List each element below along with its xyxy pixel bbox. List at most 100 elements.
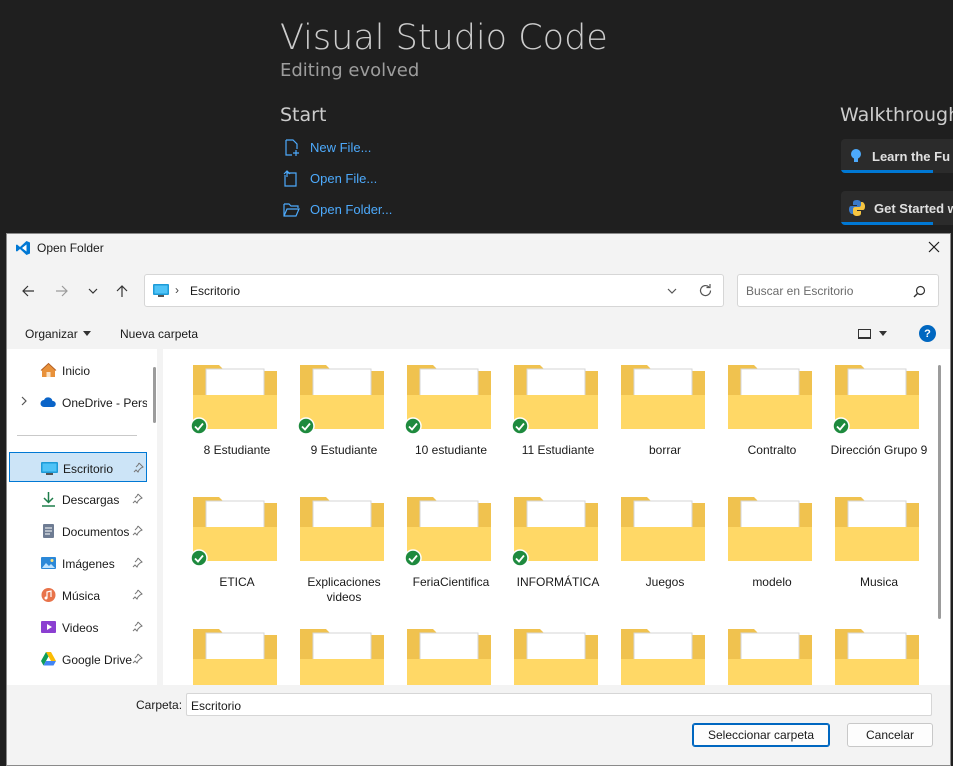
new-file-label: New File... (310, 140, 372, 155)
walkthrough-card-getstarted[interactable]: Get Started w (841, 191, 953, 225)
folder-item[interactable] (612, 619, 710, 685)
sidebar-item-escritorio[interactable]: Escritorio (9, 452, 147, 482)
walkthrough-progress (841, 222, 933, 225)
pictures-icon (41, 557, 56, 569)
open-folder-link[interactable]: Open Folder... (282, 200, 392, 219)
sidebar-item-musica[interactable]: Música (9, 580, 147, 610)
folder-icon (193, 629, 277, 685)
cancel-button[interactable]: Cancelar (847, 723, 933, 747)
help-button[interactable]: ? (919, 325, 936, 342)
sidebar-item-descargas[interactable]: Descargas (9, 484, 147, 514)
folder-label: 9 Estudiante (310, 443, 378, 457)
folder-item[interactable]: Dirección Grupo 9 (826, 355, 927, 475)
open-folder-label: Open Folder... (310, 202, 393, 217)
folder-label: INFORMÁTICA (516, 575, 600, 589)
pin-icon[interactable] (132, 525, 143, 536)
sidebar-item-onedrive[interactable]: OneDrive - Pers (9, 387, 147, 417)
folder-label: Juegos (645, 575, 685, 589)
dialog-titlebar: Open Folder (7, 234, 950, 262)
folder-item[interactable] (184, 619, 282, 685)
folder-icon (621, 629, 705, 685)
pin-icon[interactable] (132, 589, 143, 600)
breadcrumb-separator-icon: › (175, 283, 179, 297)
walkthrough-card-learn[interactable]: Learn the Fu (841, 139, 953, 173)
folder-item[interactable] (505, 619, 603, 685)
walkthrough-label: Learn the Fu (872, 148, 951, 164)
open-file-link[interactable]: Open File... (282, 169, 377, 188)
folder-label: Contralto (747, 443, 797, 457)
sync-status-icon (190, 549, 208, 567)
folder-item[interactable]: 10 estudiante (398, 355, 496, 475)
desktop-icon (153, 284, 169, 297)
open-folder-dialog: Open Folder › Escritorio Buscar en Escri… (6, 233, 951, 766)
folder-icon (621, 497, 705, 561)
folder-item[interactable]: Explicaciones videos (291, 487, 389, 607)
pin-icon[interactable] (133, 462, 144, 473)
folder-item[interactable]: Contralto (719, 355, 817, 475)
new-file-link[interactable]: New File... (282, 138, 371, 157)
folder-item[interactable] (826, 619, 924, 685)
folder-label: modelo (752, 575, 792, 589)
open-file-label: Open File... (310, 171, 378, 186)
folder-icon (300, 629, 384, 685)
music-icon (41, 588, 56, 602)
sidebar-item-label: Videos (62, 621, 99, 635)
folder-label: ETICA (219, 575, 255, 589)
google-drive-icon (41, 652, 56, 666)
new-folder-button[interactable]: Nueva carpeta (120, 327, 198, 341)
pin-icon[interactable] (132, 557, 143, 568)
home-icon (40, 362, 57, 377)
folder-item[interactable]: FeriaCientifica (398, 487, 496, 607)
sidebar-item-imagenes[interactable]: Imágenes (9, 548, 147, 578)
folder-icon (300, 497, 384, 561)
onedrive-icon (40, 397, 56, 407)
pin-icon[interactable] (132, 493, 143, 504)
sidebar-item-google-drive[interactable]: Google Drive (9, 644, 147, 674)
sidebar-item-documentos[interactable]: Documentos (9, 516, 147, 546)
sidebar-scrollbar[interactable] (153, 367, 156, 423)
view-options-button[interactable] (858, 326, 894, 342)
folder-item[interactable] (719, 619, 817, 685)
folder-item[interactable]: 8 Estudiante (184, 355, 282, 475)
close-icon[interactable] (926, 239, 942, 255)
python-icon (849, 200, 865, 216)
pin-icon[interactable] (132, 653, 143, 664)
downloads-icon (42, 492, 55, 507)
pin-icon[interactable] (132, 621, 143, 632)
search-box[interactable]: Buscar en Escritorio (737, 274, 939, 307)
vscode-title: Visual Studio Code (280, 18, 608, 58)
refresh-icon[interactable] (698, 283, 713, 298)
organize-menu[interactable]: Organizar (25, 327, 91, 341)
folder-item[interactable]: Musica (826, 487, 924, 607)
recent-locations-button[interactable] (83, 281, 103, 301)
folder-label: 8 Estudiante (203, 443, 271, 457)
lightbulb-icon (851, 149, 861, 162)
sidebar-item-inicio[interactable]: Inicio (9, 355, 147, 385)
up-button[interactable] (112, 281, 132, 301)
folder-label: FeriaCientifica (412, 575, 490, 589)
forward-button[interactable] (52, 281, 72, 301)
sync-status-icon (832, 417, 850, 435)
folder-item[interactable]: Juegos (612, 487, 710, 607)
folder-item[interactable]: 9 Estudiante (291, 355, 389, 475)
content-scrollbar[interactable] (938, 365, 941, 619)
folder-item[interactable]: 11 Estudiante (505, 355, 603, 475)
folder-name-input[interactable]: Escritorio (186, 693, 932, 716)
folder-item[interactable]: borrar (612, 355, 710, 475)
sidebar-item-label: Documentos (62, 525, 130, 539)
folder-label: borrar (648, 443, 681, 457)
select-folder-button[interactable]: Seleccionar carpeta (692, 723, 830, 747)
breadcrumb-current[interactable]: Escritorio (190, 284, 240, 298)
folder-item[interactable] (398, 619, 496, 685)
chevron-down-icon[interactable] (665, 284, 679, 298)
walkthroughs-heading: Walkthroughs (840, 104, 953, 126)
folder-item[interactable]: INFORMÁTICA (505, 487, 603, 607)
folder-item[interactable]: modelo (719, 487, 817, 607)
folder-item[interactable] (291, 619, 389, 685)
folder-grid: 8 Estudiante 9 Estudiante 10 estudiante 11 … (163, 349, 950, 685)
sidebar-item-videos[interactable]: Videos (9, 612, 147, 642)
address-bar[interactable]: › Escritorio (144, 274, 724, 307)
open-file-icon (283, 170, 297, 187)
folder-item[interactable]: ETICA (184, 487, 282, 607)
back-button[interactable] (18, 281, 38, 301)
